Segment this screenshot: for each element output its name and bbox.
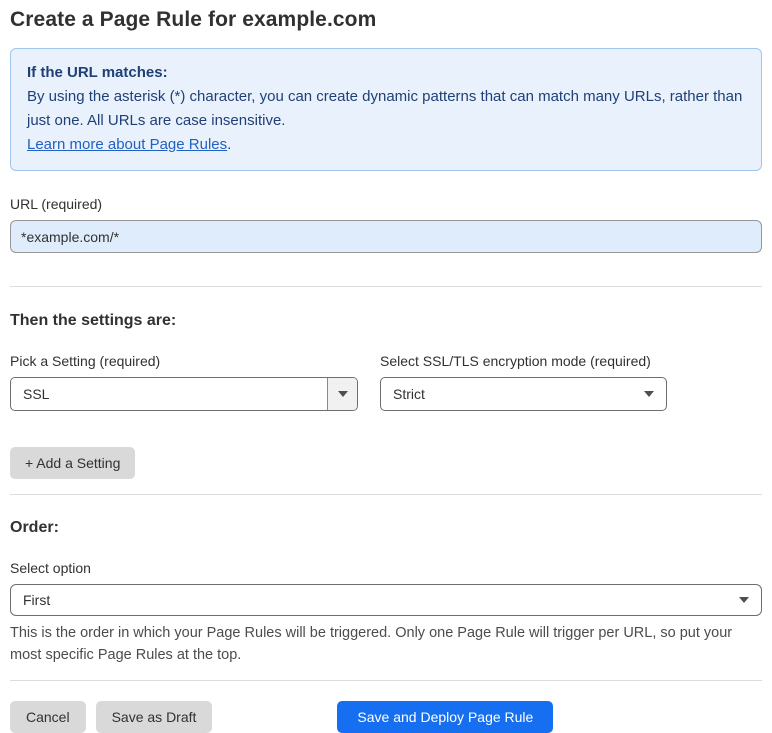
encryption-mode-select[interactable]: Strict [380, 377, 667, 411]
learn-more-link[interactable]: Learn more about Page Rules [27, 136, 227, 153]
chevron-down-icon [727, 585, 761, 615]
settings-section-heading: Then the settings are: [10, 312, 177, 329]
divider [10, 494, 762, 495]
divider [10, 680, 762, 681]
order-helper-text: This is the order in which your Page Rul… [10, 625, 733, 663]
pick-setting-column: Pick a Setting (required) SSL [10, 353, 358, 411]
info-box-heading: If the URL matches: [27, 64, 168, 81]
order-select[interactable]: First [10, 584, 762, 616]
order-select-value: First [23, 592, 51, 608]
url-input[interactable] [10, 220, 762, 253]
settings-row: Pick a Setting (required) SSL Select SSL… [10, 353, 762, 411]
footer-actions: Cancel Save as Draft Save and Deploy Pag… [10, 701, 762, 733]
save-and-deploy-button[interactable]: Save and Deploy Page Rule [337, 701, 554, 733]
url-field-label: URL (required) [10, 196, 103, 212]
encryption-mode-select-value: Strict [393, 386, 425, 402]
page-title: Create a Page Rule for example.com [10, 8, 377, 31]
pick-setting-select-value: SSL [23, 386, 50, 402]
order-section-heading: Order: [10, 519, 59, 536]
url-match-info-box: If the URL matches: By using the asteris… [10, 48, 762, 171]
order-select-label: Select option [10, 560, 91, 576]
chevron-down-icon [327, 378, 357, 410]
chevron-down-icon [632, 378, 666, 410]
chevron-down-icon [337, 391, 348, 397]
chevron-down-icon [739, 597, 749, 603]
divider [10, 286, 762, 287]
encryption-mode-column: Select SSL/TLS encryption mode (required… [380, 353, 667, 411]
create-page-rule-panel: Create a Page Rule for example.com If th… [0, 0, 772, 733]
cancel-button[interactable]: Cancel [10, 701, 86, 733]
encryption-mode-label: Select SSL/TLS encryption mode (required… [380, 353, 651, 369]
pick-setting-label: Pick a Setting (required) [10, 353, 161, 369]
chevron-down-icon [644, 391, 654, 397]
info-box-body: By using the asterisk (*) character, you… [27, 88, 743, 129]
pick-setting-select[interactable]: SSL [10, 377, 358, 411]
info-box-link-row: Learn more about Page Rules. [27, 133, 745, 157]
add-setting-button[interactable]: + Add a Setting [10, 447, 136, 479]
link-suffix: . [227, 136, 232, 153]
save-as-draft-button[interactable]: Save as Draft [95, 701, 213, 733]
